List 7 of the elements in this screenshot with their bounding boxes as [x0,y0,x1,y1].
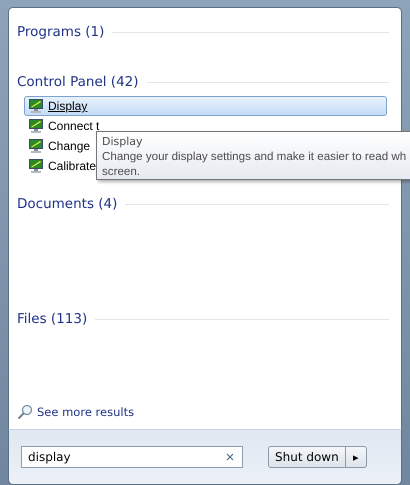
group-heading: Files (113) [17,311,88,327]
tooltip-text: Change your display settings and make it easier to read wh [102,149,408,164]
tooltip-text: screen. [102,164,142,179]
group-heading: Documents (4) [17,196,118,212]
group-heading: Programs (1) [17,24,104,40]
tooltip-title: Display [102,134,144,149]
group-heading: Control Panel (42) [17,74,139,90]
